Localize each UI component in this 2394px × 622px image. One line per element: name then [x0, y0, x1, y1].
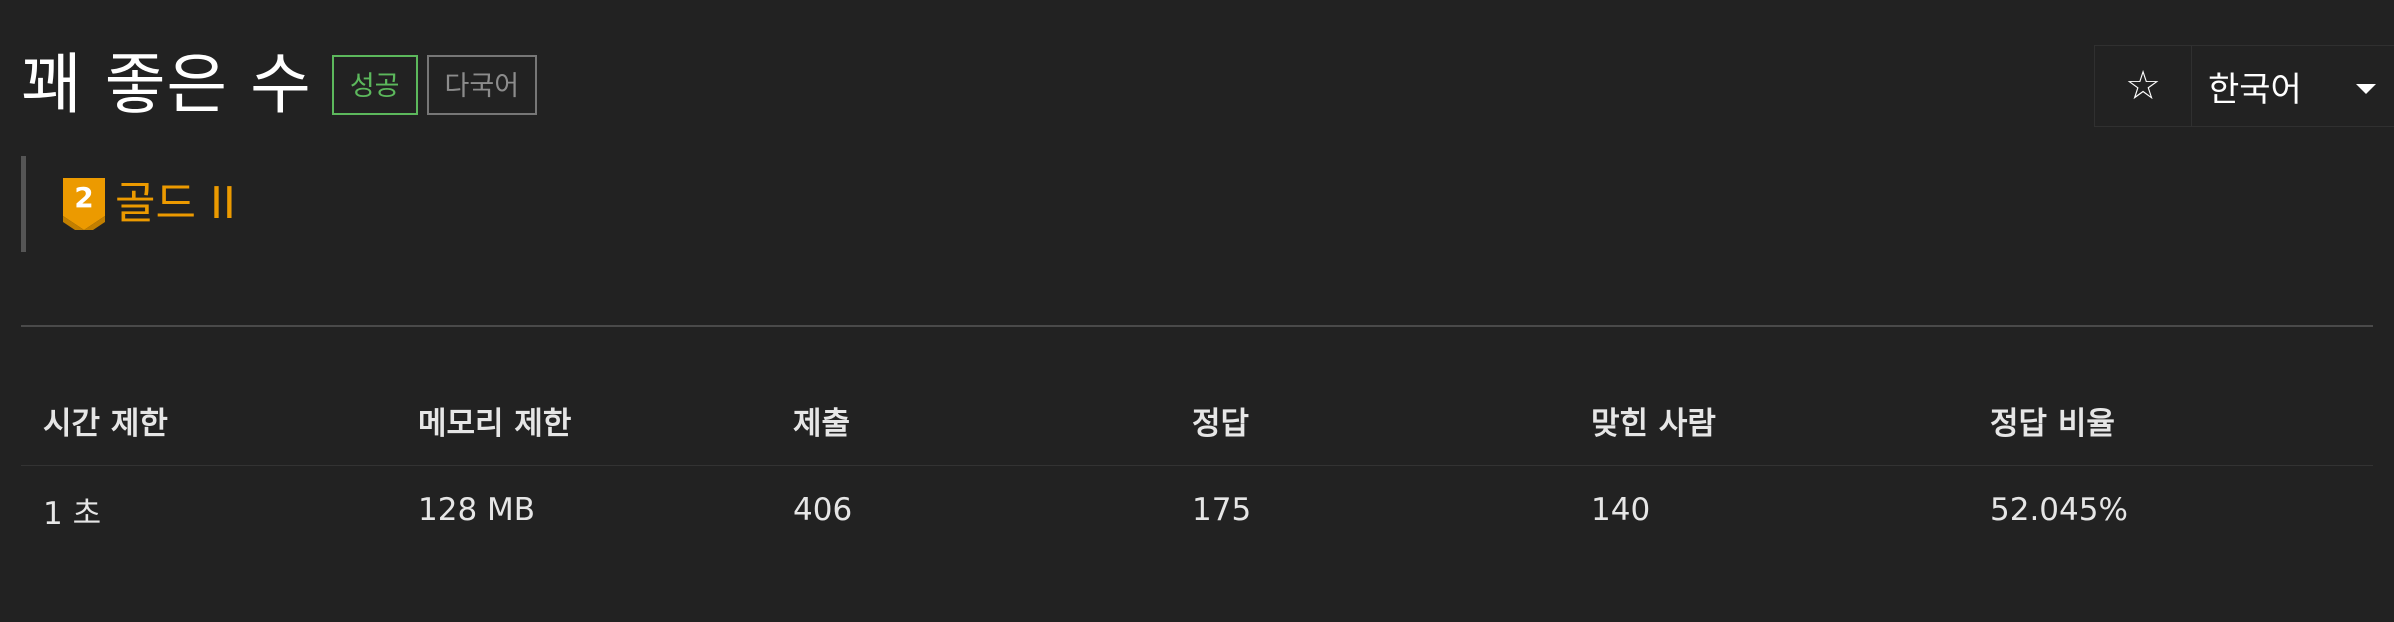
header-memory-limit: 메모리 제한 [396, 375, 771, 466]
header-accepted: 정답 [1170, 375, 1569, 466]
cell-accept-ratio: 52.045% [1990, 492, 2128, 528]
cell-memory-limit: 128 MB [418, 492, 536, 528]
tier-badge-number: 2 [74, 181, 93, 214]
cell-submissions: 406 [793, 492, 853, 528]
cell-solvers: 140 [1591, 492, 1651, 528]
chevron-down-icon [2356, 84, 2376, 94]
tier-badge-icon: 2 [63, 178, 105, 230]
divider [21, 325, 2373, 327]
language-select-value: 한국어 [2208, 69, 2302, 110]
problem-info-table: 시간 제한 메모리 제한 제출 정답 맞힌 사람 정답 비율 1 초 128 M… [21, 375, 2373, 554]
tier-block: 2 골드 II [21, 156, 236, 252]
cell-accepted: 175 [1192, 492, 1252, 528]
table-row: 1 초 128 MB 406 175 140 52.045% [21, 466, 2373, 555]
title-row: 꽤 좋은 수 성공 다국어 [21, 46, 538, 123]
result-badge: 성공 [331, 55, 418, 115]
problem-toolbar: ☆ 한국어 [2094, 45, 2394, 127]
tier-name: 골드 II [115, 178, 236, 229]
star-icon: ☆ [2125, 63, 2161, 109]
language-select[interactable]: 한국어 [2192, 46, 2394, 126]
table-header-row: 시간 제한 메모리 제한 제출 정답 맞힌 사람 정답 비율 [21, 375, 2373, 466]
multilingual-badge: 다국어 [426, 55, 538, 115]
cell-time-limit: 1 초 [43, 495, 102, 532]
problem-page: 꽤 좋은 수 성공 다국어 2 골드 II ☆ 한국어 시간 제한 메모리 제한… [0, 0, 2394, 622]
page-title: 꽤 좋은 수 [21, 46, 312, 123]
header-submissions: 제출 [771, 375, 1170, 466]
favorite-button[interactable]: ☆ [2095, 46, 2192, 126]
header-time-limit: 시간 제한 [21, 375, 396, 466]
header-accept-ratio: 정답 비율 [1968, 375, 2373, 466]
header-solvers: 맞힌 사람 [1569, 375, 1968, 466]
